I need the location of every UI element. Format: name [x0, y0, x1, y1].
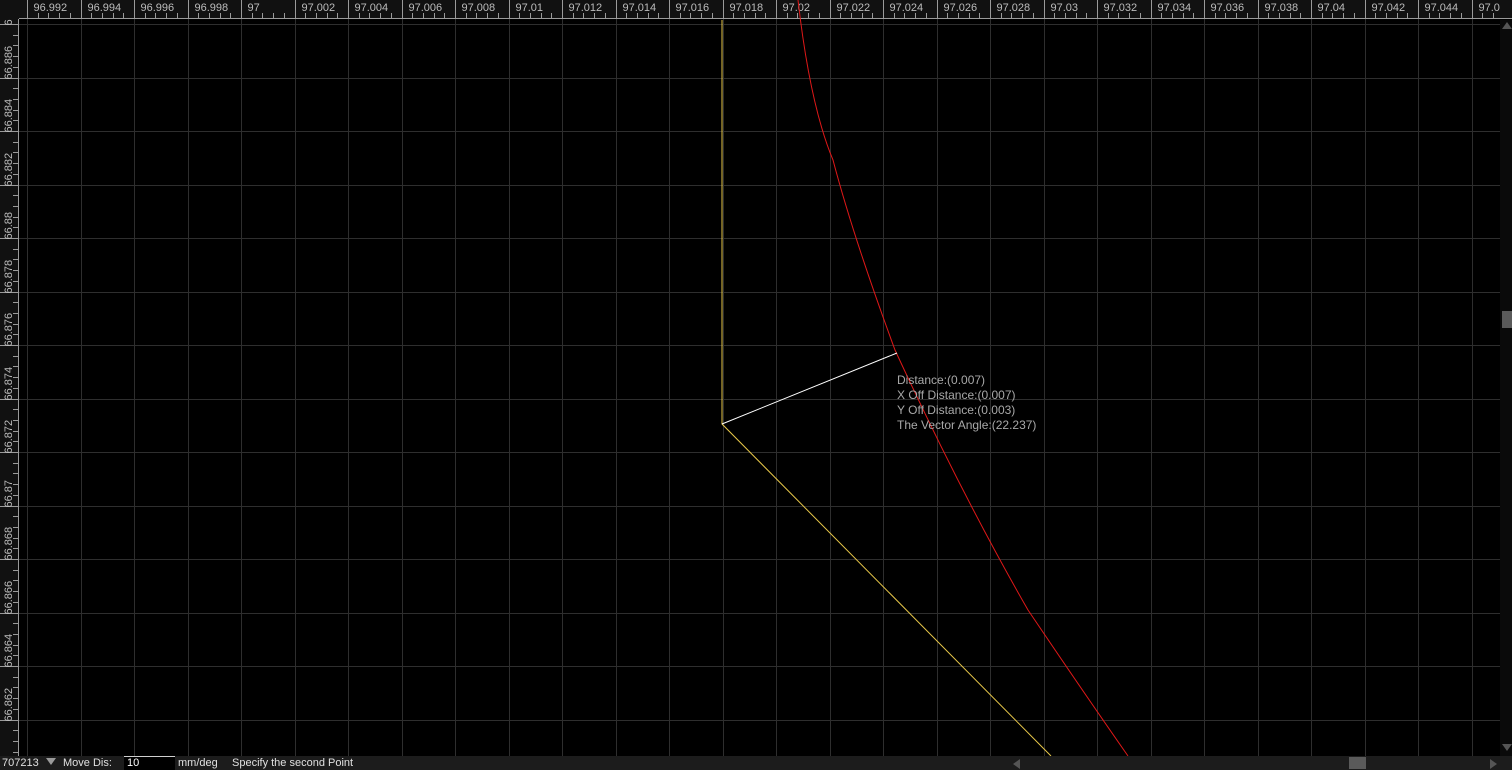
ruler-y-label: 66.876 — [3, 313, 15, 347]
ruler-x-label: 97.01 — [516, 2, 544, 14]
ruler-y-label: 66.872 — [3, 420, 15, 454]
horizontal-scroll-thumb[interactable] — [1349, 757, 1366, 769]
ruler-x-label: 97.042 — [1372, 2, 1406, 14]
ruler-x-label: 97.02 — [783, 2, 811, 14]
ruler-corner — [0, 0, 19, 19]
unit-label: mm/deg — [178, 757, 218, 769]
measure-vector-line — [721, 352, 898, 425]
scroll-right-arrow-icon[interactable] — [1490, 759, 1497, 769]
ruler-x-label: 97.004 — [355, 2, 389, 14]
ruler-x-label: 97.04 — [1318, 2, 1346, 14]
ruler-x-label: 97.022 — [837, 2, 871, 14]
vertical-scrollbar[interactable] — [1500, 20, 1512, 756]
drawing-view[interactable]: 96.992 96.994 96.996 96.998 97 97.002 97.004 97… — [0, 0, 1512, 770]
move-distance-label: Move Dis: — [63, 757, 112, 769]
y-offset-readout: Y Off Distance:(0.003) — [897, 403, 1015, 417]
vertical-scroll-thumb[interactable] — [1502, 311, 1512, 328]
ruler-x-label: 97.038 — [1265, 2, 1299, 14]
coordinate-readout: 707213 — [2, 757, 39, 769]
ruler-x-label: 97.036 — [1211, 2, 1245, 14]
ruler-x-label: 97.024 — [890, 2, 924, 14]
ruler-y-label: 66.88 — [3, 212, 15, 240]
chevron-down-icon[interactable] — [46, 758, 56, 765]
ruler-y-label: 66.864 — [3, 634, 15, 668]
ruler-y-label: 66.862 — [3, 688, 15, 722]
scroll-up-arrow-icon[interactable] — [1502, 22, 1512, 29]
ruler-x-label: 97.03 — [1051, 2, 1079, 14]
ruler-y-label: 66.882 — [3, 153, 15, 187]
scroll-left-arrow-icon[interactable] — [1013, 759, 1020, 769]
status-bar: 707213 Move Dis: mm/deg Specify the seco… — [0, 756, 1512, 770]
ruler-y-label: 66.886 — [3, 46, 15, 80]
ruler-x-label: 97.008 — [462, 2, 496, 14]
scroll-down-arrow-icon[interactable] — [1502, 744, 1512, 751]
ruler-y-label: 66.87 — [3, 480, 15, 508]
ruler-y-label: 66.874 — [3, 367, 15, 401]
ruler-x-label: 97.032 — [1104, 2, 1138, 14]
grid — [19, 19, 1500, 756]
ruler-x-label: 96.992 — [34, 2, 68, 14]
ruler-x-label: 97.012 — [569, 2, 603, 14]
vertical-ruler: 66.88866.88666.88466.88266.8866.87866.87… — [0, 0, 19, 756]
ruler-x-label: 97.028 — [997, 2, 1031, 14]
ruler-x-label: 97.014 — [623, 2, 657, 14]
ruler-x-label: 96.994 — [88, 2, 122, 14]
vector-angle-readout: The Vector Angle:(22.237) — [897, 418, 1036, 432]
horizontal-ruler: 96.992 96.994 96.996 96.998 97 97.002 97.004 97… — [0, 0, 1512, 19]
x-offset-readout: X Off Distance:(0.007) — [897, 388, 1016, 402]
command-prompt: Specify the second Point — [232, 757, 354, 769]
ruler-x-label: 97 — [248, 2, 260, 14]
ruler-x-label: 97.006 — [409, 2, 443, 14]
cad-canvas[interactable]: 96.992 96.994 96.996 96.998 97 97.002 97.004 97… — [0, 0, 1512, 770]
ruler-x-label: 97.002 — [302, 2, 336, 14]
ruler-x-label: 97.016 — [676, 2, 710, 14]
ruler-y-label: 66.884 — [3, 99, 15, 133]
ruler-y-label: 66.868 — [3, 527, 15, 561]
ruler-x-label: 96.998 — [195, 2, 229, 14]
ruler-x-label: 97.026 — [944, 2, 978, 14]
move-distance-input[interactable] — [124, 756, 175, 770]
ruler-x-label: 97.034 — [1158, 2, 1192, 14]
ruler-x-label: 97.044 — [1425, 2, 1459, 14]
ruler-y-label: 66.878 — [3, 260, 15, 294]
ruler-x-label: 96.996 — [141, 2, 175, 14]
distance-readout: Distance:(0.007) — [897, 373, 985, 387]
ruler-x-label: 97.018 — [730, 2, 764, 14]
ruler-y-label: 66.866 — [3, 581, 15, 615]
ruler-x-label: 97.0 — [1479, 2, 1500, 14]
